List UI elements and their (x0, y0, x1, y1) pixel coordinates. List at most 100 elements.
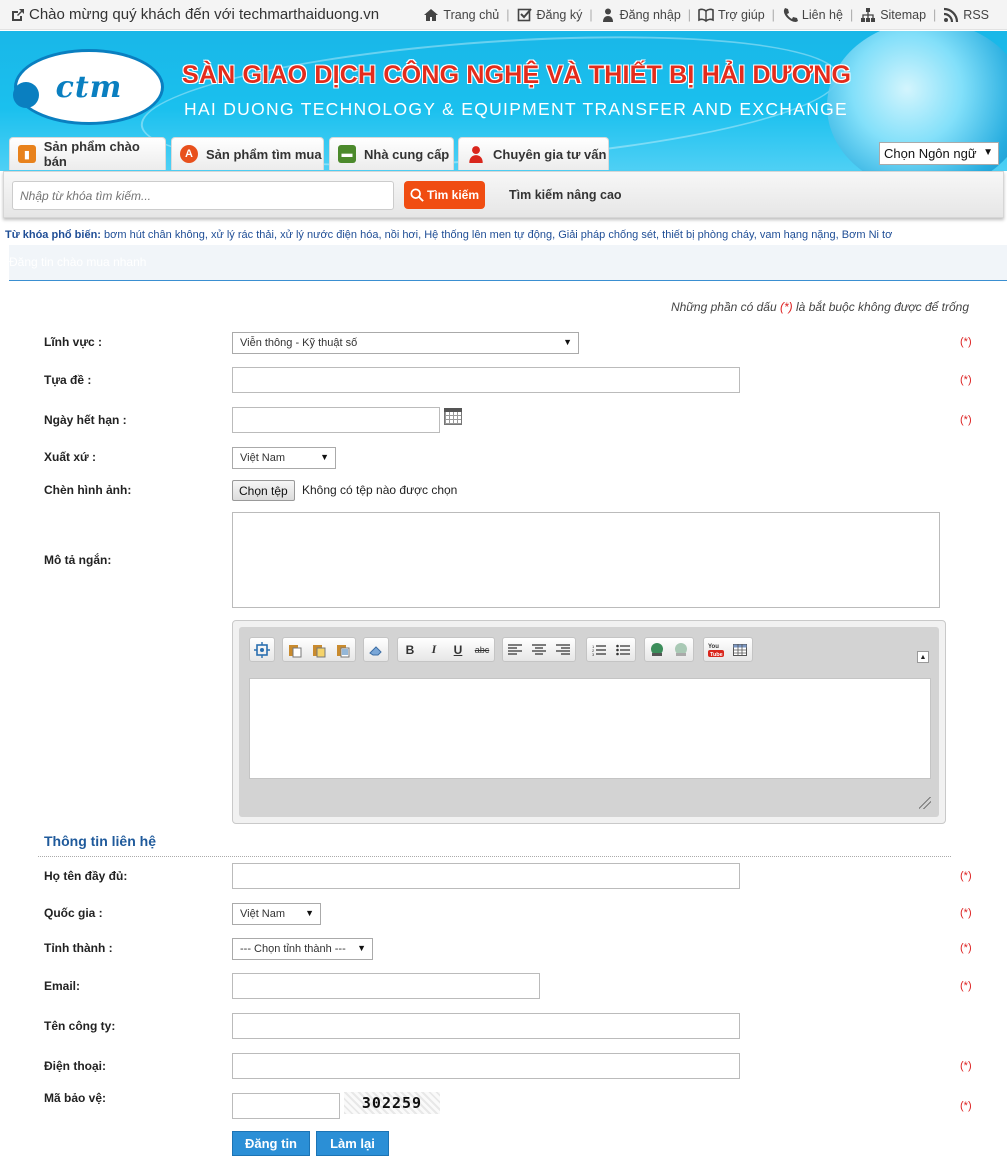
home-link[interactable]: Trang chủ (423, 7, 499, 23)
required-mark: (*) (960, 870, 972, 882)
required-mark: (*) (960, 942, 972, 954)
search-input[interactable] (12, 181, 394, 210)
language-select-value: Chọn Ngôn ngữ (884, 146, 977, 161)
short-description-textarea[interactable] (232, 512, 940, 608)
login-link[interactable]: Đăng nhập (600, 7, 681, 23)
user-icon (602, 8, 613, 22)
province-select-value: --- Chọn tỉnh thành --- (240, 943, 346, 955)
top-links: Trang chủ | Đăng ký | Đăng nhập | Trợ gi… (423, 7, 989, 23)
tab-products-for-sale[interactable]: ▮ Sản phẩm chào bán (9, 137, 166, 170)
numbered-list-icon[interactable]: 123 (587, 638, 611, 661)
reset-button[interactable]: Làm lại (316, 1131, 389, 1156)
rss-link-label: RSS (963, 8, 989, 22)
phone-input[interactable] (232, 1053, 740, 1079)
expiry-date-input[interactable] (232, 407, 440, 433)
keyword-link[interactable]: vam hạng nặng (760, 229, 836, 241)
bold-icon[interactable]: B (398, 638, 422, 661)
paste-text-icon[interactable] (307, 638, 331, 661)
align-left-icon[interactable] (503, 638, 527, 661)
origin-select[interactable]: Việt Nam ▼ (232, 447, 336, 469)
align-right-icon[interactable] (551, 638, 575, 661)
tab-suppliers[interactable]: ▬ Nhà cung cấp (329, 137, 454, 170)
keyword-link[interactable]: bơm hút chân không (104, 229, 205, 241)
home-link-label: Trang chủ (443, 8, 500, 22)
welcome-message: Chào mừng quý khách đến với techmarthaid… (10, 6, 379, 23)
toolbar-group (363, 637, 389, 662)
tab-products-wanted[interactable]: A Sản phẩm tìm mua (171, 137, 324, 170)
dropdown-arrow-icon: ▼ (320, 452, 329, 462)
youtube-icon[interactable]: You Tube (704, 638, 728, 661)
contact-link-label: Liên hệ (801, 8, 843, 22)
language-select[interactable]: Chọn Ngôn ngữ ▼ (879, 142, 999, 165)
keyword-link[interactable]: Giải pháp chống sét (558, 229, 656, 241)
captcha-label: Mã bảo vệ: (44, 1091, 107, 1105)
submit-button[interactable]: Đăng tin (232, 1131, 310, 1156)
paste-icon[interactable] (283, 638, 307, 661)
required-note: Những phần có dấu (*) là bắt buộc không … (671, 300, 969, 314)
toolbar-group (644, 637, 694, 662)
help-link[interactable]: Trợ giúp (698, 7, 765, 23)
company-name-input[interactable] (232, 1013, 740, 1039)
link-icon[interactable] (645, 638, 669, 661)
keyword-link[interactable]: nồi hơi (385, 229, 419, 241)
phone-label: Điện thoại: (44, 1059, 106, 1073)
separator: | (589, 8, 593, 22)
toolbar-group (282, 637, 356, 662)
province-select[interactable]: --- Chọn tỉnh thành --- ▼ (232, 938, 373, 960)
field-select[interactable]: Viễn thông - Kỹ thuật số ▼ (232, 332, 579, 354)
origin-label: Xuất xứ : (44, 450, 97, 464)
contact-link[interactable]: Liên hệ (782, 7, 843, 23)
keyword-link[interactable]: Hệ thống lên men tự động (424, 229, 552, 241)
email-field[interactable] (232, 973, 540, 999)
calendar-icon[interactable] (444, 408, 462, 425)
keyword-link[interactable]: xử lý rác thải (211, 229, 274, 241)
advanced-search-link[interactable]: Tìm kiếm nâng cao (509, 188, 622, 202)
title-input[interactable] (232, 367, 740, 393)
strikethrough-icon[interactable]: abc (470, 638, 494, 661)
sitemap-link[interactable]: Sitemap (860, 7, 926, 23)
separator: | (506, 8, 510, 22)
top-bar: Chào mừng quý khách đến với techmarthaid… (0, 0, 1007, 30)
image-label: Chèn hình ảnh: (44, 483, 132, 497)
editor-content-area[interactable] (249, 678, 931, 779)
keyword-link[interactable]: Bơm Ni tơ (842, 229, 892, 241)
choose-file-button[interactable]: Chọn tệp (232, 480, 295, 501)
login-link-label: Đăng nhập (619, 8, 681, 22)
register-link[interactable]: Đăng ký (517, 7, 582, 23)
required-mark: (*) (960, 1100, 972, 1112)
dropdown-arrow-icon: ▼ (563, 337, 572, 347)
unlink-icon[interactable] (669, 638, 693, 661)
email-label: Email: (44, 979, 81, 993)
phone-icon (783, 8, 798, 22)
letter-a-icon: A (180, 145, 198, 163)
site-logo[interactable]: ctm (13, 49, 164, 125)
search-button-label: Tìm kiếm (426, 188, 480, 202)
country-label: Quốc gia : (44, 906, 103, 920)
help-link-label: Trợ giúp (718, 8, 765, 22)
search-button[interactable]: Tìm kiếm (404, 181, 485, 209)
table-icon[interactable] (728, 638, 752, 661)
italic-icon[interactable]: I (422, 638, 446, 661)
resize-handle-icon[interactable] (919, 797, 931, 809)
expert-user-icon (469, 146, 483, 163)
required-note-star: (*) (780, 300, 793, 314)
popular-keywords-label: Từ khóa phổ biến: (5, 229, 101, 241)
section-header: Đăng tin chào mua nhanh (9, 245, 1007, 281)
toolbar-group: 123 (586, 637, 636, 662)
keyword-link[interactable]: thiết bị phòng cháy (662, 229, 754, 241)
tab-consulting-experts[interactable]: Chuyên gia tư vấn (458, 137, 609, 170)
full-name-input[interactable] (232, 863, 740, 889)
collapse-toolbar-icon[interactable]: ▲ (917, 651, 929, 663)
source-icon[interactable] (250, 638, 274, 661)
briefcase-icon: ▬ (338, 145, 356, 163)
underline-icon[interactable]: U (446, 638, 470, 661)
keyword-link[interactable]: xử lý nước điện hóa (280, 229, 378, 241)
bullet-list-icon[interactable] (611, 638, 635, 661)
captcha-input[interactable] (232, 1093, 340, 1119)
editor-frame: B I U abc 123 You Tube ▲ (239, 627, 939, 817)
country-select[interactable]: Việt Nam ▼ (232, 903, 321, 925)
align-center-icon[interactable] (527, 638, 551, 661)
paste-word-icon[interactable] (331, 638, 355, 661)
rss-link[interactable]: RSS (943, 7, 989, 23)
eraser-icon[interactable] (364, 638, 388, 661)
